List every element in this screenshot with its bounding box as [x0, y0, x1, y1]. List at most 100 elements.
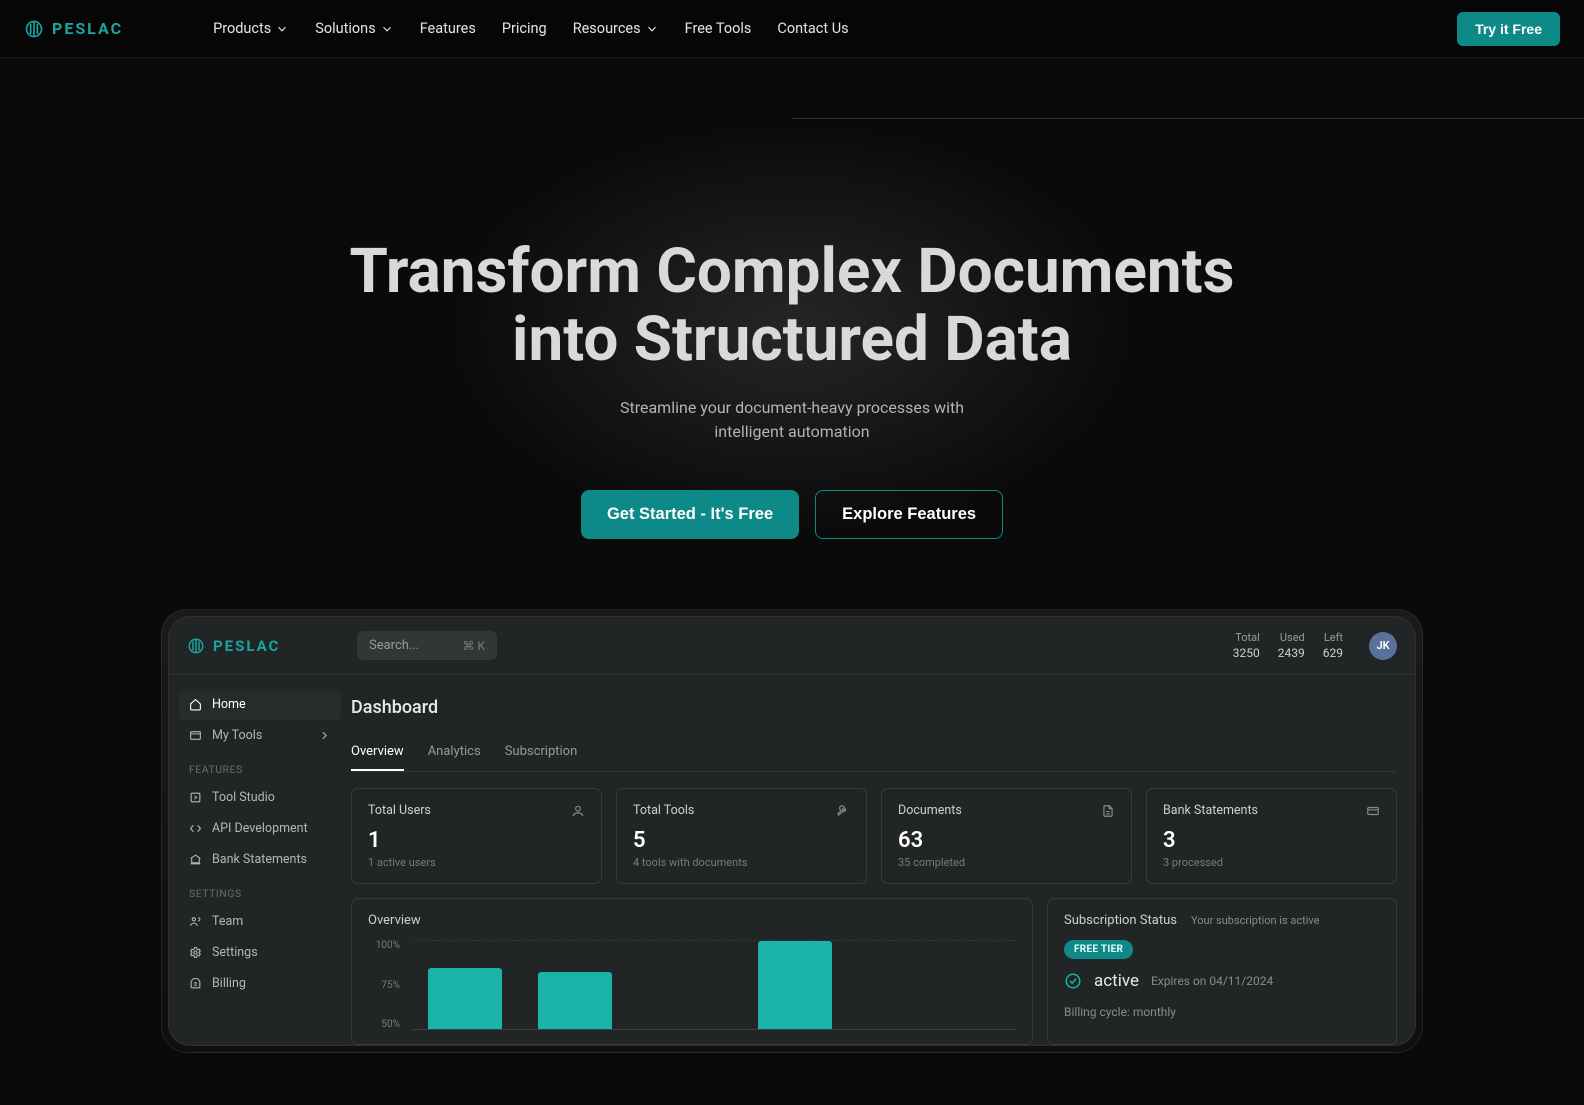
sidebar-item-my-tools[interactable]: My Tools: [179, 720, 341, 751]
sidebar-item-tool-studio[interactable]: Tool Studio: [179, 782, 341, 813]
search-placeholder: Search...: [369, 638, 419, 653]
app-logo-text: PESLAC: [213, 637, 280, 655]
sidebar-item-billing[interactable]: Billing: [179, 968, 341, 999]
status-title: Subscription Status: [1064, 913, 1177, 928]
tab-analytics[interactable]: Analytics: [428, 734, 481, 771]
doc-icon: [1101, 804, 1115, 818]
nav-contact-label: Contact Us: [777, 20, 848, 37]
card-value: 5: [633, 828, 850, 853]
tab-overview[interactable]: Overview: [351, 734, 404, 771]
hero-title: Transform Complex Documents into Structu…: [342, 238, 1242, 374]
chart-y-tick: 75%: [368, 980, 400, 991]
nav-products[interactable]: Products: [213, 20, 289, 37]
sidebar-item-label: Bank Statements: [212, 852, 307, 867]
sidebar-item-bank-statements[interactable]: Bank Statements: [179, 844, 341, 875]
chart-y-labels: 100% 75% 50%: [368, 940, 400, 1030]
chart-bar: [538, 972, 612, 1029]
logo-icon: [24, 19, 44, 39]
card-subtext: 4 tools with documents: [633, 856, 850, 869]
tab-subscription[interactable]: Subscription: [505, 734, 578, 771]
chevron-right-icon: [318, 729, 331, 742]
overview-chart-card: Overview 100% 75% 50%: [351, 898, 1033, 1045]
card-value: 1: [368, 828, 585, 853]
check-circle-icon: [1064, 972, 1082, 990]
user-icon: [571, 804, 585, 818]
lower-row: Overview 100% 75% 50% Subscripti: [351, 898, 1397, 1045]
status-text: active: [1094, 971, 1139, 991]
card-value: 3: [1163, 828, 1380, 853]
logo-icon: [187, 637, 205, 655]
sidebar-item-settings[interactable]: Settings: [179, 937, 341, 968]
brand-logo[interactable]: PESLAC: [24, 19, 123, 39]
sidebar-item-home[interactable]: Home: [179, 689, 341, 720]
tabs: Overview Analytics Subscription: [351, 734, 1397, 772]
avatar[interactable]: JK: [1369, 632, 1397, 660]
get-started-button[interactable]: Get Started - It's Free: [581, 490, 799, 539]
home-icon: [189, 698, 202, 711]
sidebar-section-settings: SETTINGS: [179, 875, 341, 906]
card-total-users: Total Users 1 1 active users: [351, 788, 602, 884]
sidebar-item-team[interactable]: Team: [179, 906, 341, 937]
app-body: Home My Tools FEATURES Tool Studio API D…: [169, 675, 1415, 1045]
status-expires: Expires on 04/11/2024: [1151, 974, 1273, 988]
nav-solutions[interactable]: Solutions: [315, 20, 393, 37]
stat-total: Total 3250: [1233, 631, 1260, 660]
page-title: Dashboard: [351, 697, 1397, 718]
nav-resources[interactable]: Resources: [573, 20, 659, 37]
hero-title-line2: into Structured Data: [512, 303, 1072, 376]
chart-bar: [758, 941, 832, 1029]
chart-bar: [428, 968, 502, 1030]
sidebar-item-api-development[interactable]: API Development: [179, 813, 341, 844]
brand-text: PESLAC: [52, 19, 123, 38]
card-bank-statements: Bank Statements 3 3 processed: [1146, 788, 1397, 884]
try-free-button[interactable]: Try it Free: [1457, 12, 1560, 46]
header-stats: Total 3250 Used 2439 Left 629 JK: [1233, 631, 1397, 660]
sidebar-item-label: Settings: [212, 945, 258, 960]
nav-free-tools-label: Free Tools: [685, 20, 752, 37]
sidebar-item-label: Billing: [212, 976, 246, 991]
sidebar-item-label: API Development: [212, 821, 308, 836]
card-icon: [1366, 804, 1380, 818]
sidebar: Home My Tools FEATURES Tool Studio API D…: [169, 675, 351, 1045]
nav-solutions-label: Solutions: [315, 20, 375, 37]
card-title: Total Tools: [633, 803, 694, 818]
api-icon: [189, 822, 202, 835]
stat-cards: Total Users 1 1 active users Total Tools…: [351, 788, 1397, 884]
search-input[interactable]: Search... ⌘ K: [357, 631, 497, 660]
studio-icon: [189, 791, 202, 804]
card-subtext: 3 processed: [1163, 856, 1380, 869]
top-nav: PESLAC Products Solutions Features Prici…: [0, 0, 1584, 58]
nav-free-tools[interactable]: Free Tools: [685, 20, 752, 37]
team-icon: [189, 915, 202, 928]
subscription-status-card: Subscription Status Your subscription is…: [1047, 898, 1397, 1045]
billing-cycle: Billing cycle: monthly: [1064, 1005, 1380, 1019]
nav-products-label: Products: [213, 20, 271, 37]
nav-contact[interactable]: Contact Us: [777, 20, 848, 37]
dashboard-preview-frame: PESLAC Search... ⌘ K Total 3250 Used 243…: [161, 609, 1423, 1053]
nav-pricing-label: Pricing: [502, 20, 547, 37]
nav-pricing[interactable]: Pricing: [502, 20, 547, 37]
stat-used-value: 2439: [1278, 646, 1305, 660]
hero-subtitle: Streamline your document-heavy processes…: [592, 396, 992, 444]
chart-y-tick: 100%: [368, 940, 400, 951]
stat-used: Used 2439: [1278, 631, 1305, 660]
explore-features-button[interactable]: Explore Features: [815, 490, 1003, 539]
stat-left-label: Left: [1323, 631, 1343, 644]
gear-icon: [189, 946, 202, 959]
card-subtext: 1 active users: [368, 856, 585, 869]
chart-y-tick: 50%: [368, 1019, 400, 1030]
nav-features[interactable]: Features: [420, 20, 476, 37]
stat-left: Left 629: [1323, 631, 1343, 660]
stat-total-label: Total: [1233, 631, 1260, 644]
stat-total-value: 3250: [1233, 646, 1260, 660]
chart-bars: [412, 940, 1016, 1030]
sidebar-item-label: Team: [212, 914, 243, 929]
bank-icon: [189, 853, 202, 866]
app-header: PESLAC Search... ⌘ K Total 3250 Used 243…: [169, 617, 1415, 675]
status-subtitle: Your subscription is active: [1191, 914, 1320, 927]
sidebar-item-label: Tool Studio: [212, 790, 275, 805]
card-subtext: 35 completed: [898, 856, 1115, 869]
search-shortcut: ⌘ K: [462, 639, 485, 653]
app-logo[interactable]: PESLAC: [187, 637, 357, 655]
sidebar-item-label: Home: [212, 697, 246, 712]
